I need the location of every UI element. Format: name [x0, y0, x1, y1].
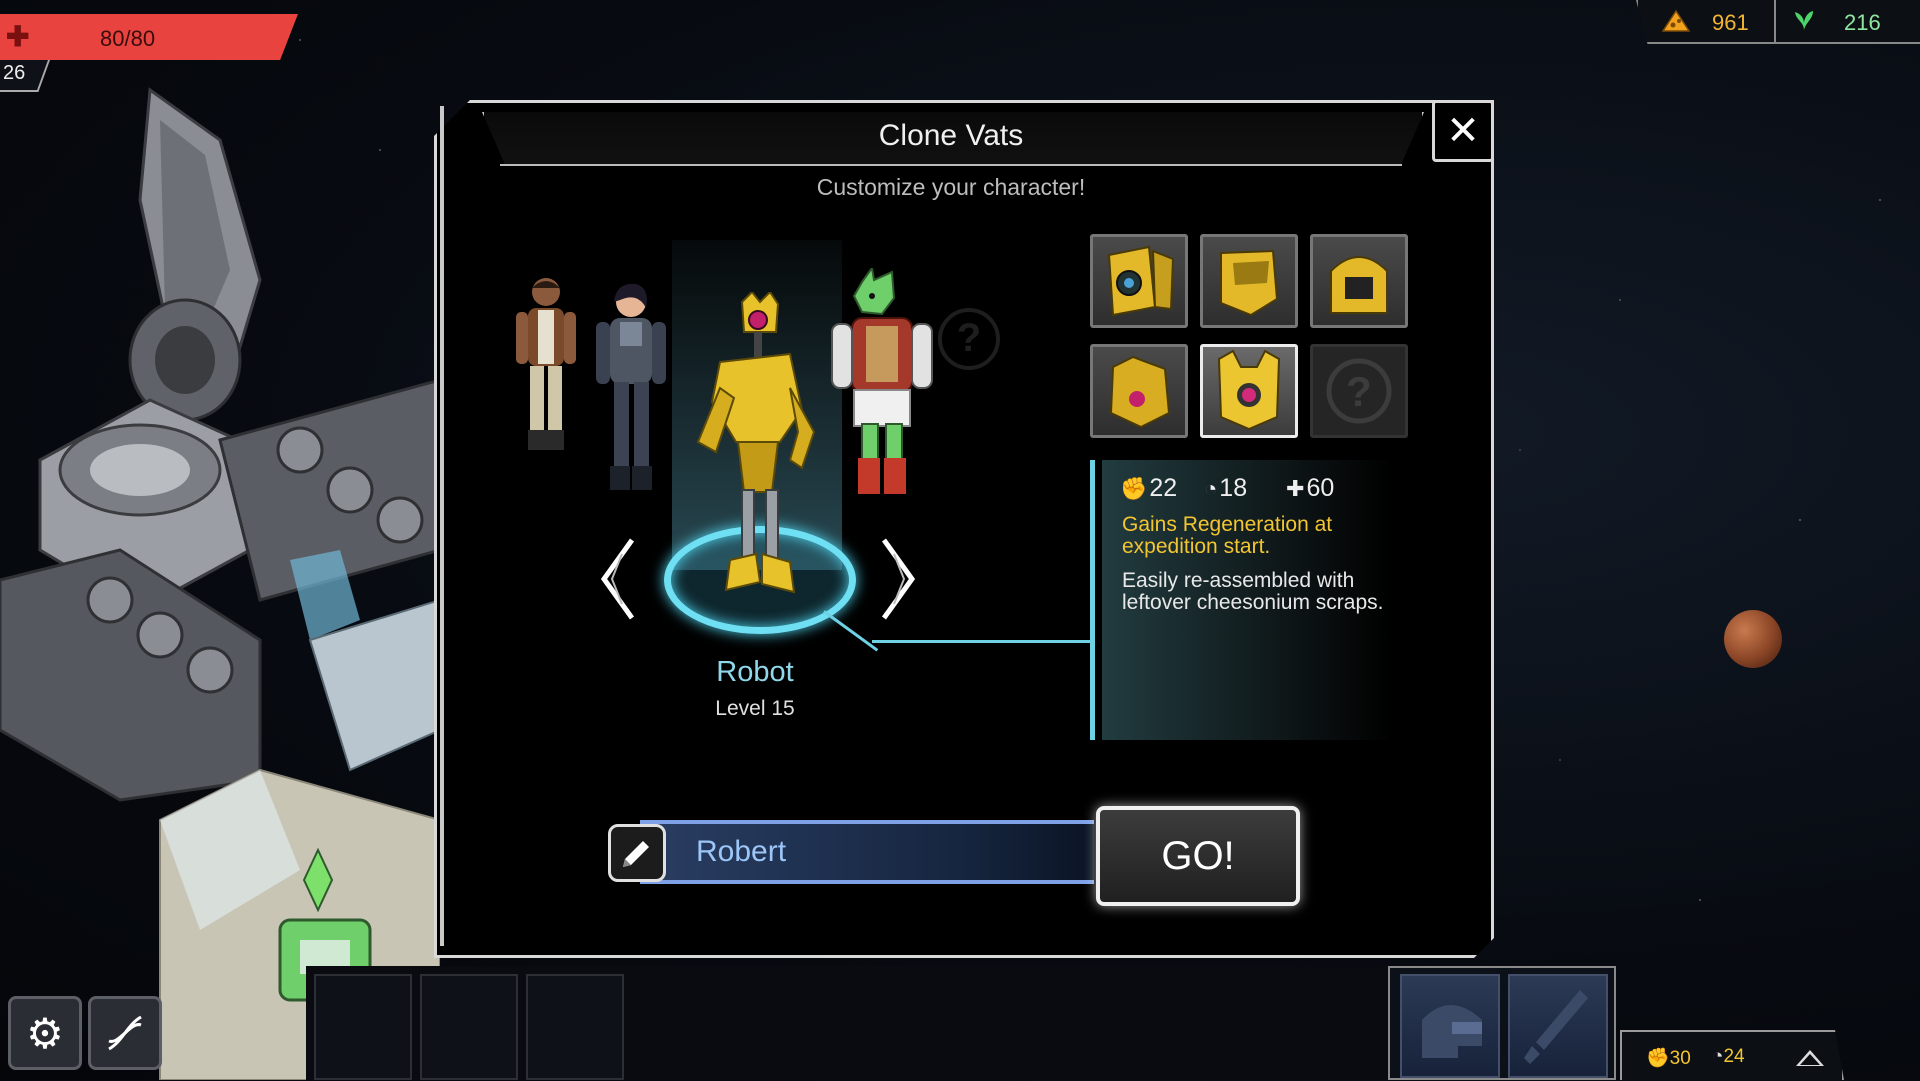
character-robot[interactable]: [690, 292, 822, 612]
portrait-robot-head-5-selected[interactable]: [1200, 344, 1298, 438]
health-stat: ✚60: [1286, 474, 1334, 503]
question-mark-icon: ?: [1326, 358, 1392, 424]
close-icon: ✕: [1446, 109, 1480, 153]
cheese-count: 961: [1712, 10, 1749, 35]
health-plus-icon: ✚: [1286, 476, 1305, 501]
portrait-robot-head-1[interactable]: [1090, 234, 1188, 328]
helmet-slot[interactable]: [1400, 974, 1500, 1078]
speed-stat: ◔18: [1204, 474, 1247, 503]
team-speed-value: 24: [1723, 1046, 1745, 1067]
player-level: 26: [3, 62, 26, 84]
attack-fist-icon: ✊: [1646, 1048, 1670, 1069]
robot-head-icon: [1217, 349, 1281, 431]
robot-head-icon: [1330, 256, 1388, 314]
edit-name-button[interactable]: [608, 824, 666, 882]
title-frame-underline: [500, 164, 1402, 166]
robot-head-icon: [1109, 355, 1171, 429]
unknown-character-icon[interactable]: ?: [938, 308, 1000, 370]
health-bar: ✚ 80/80: [0, 14, 298, 60]
character-lizard[interactable]: [822, 268, 940, 518]
health-stat-value: 60: [1306, 474, 1335, 502]
health-cross-icon: ✚: [6, 21, 30, 52]
portrait-robot-head-4[interactable]: [1090, 344, 1188, 438]
robot-head-icon: [1107, 245, 1175, 317]
dialog-subtitle: Customize your character!: [816, 174, 1086, 200]
settings-button[interactable]: ⚙: [8, 996, 82, 1070]
expand-arrow-icon[interactable]: [1796, 1050, 1824, 1066]
svg-text:?: ?: [1346, 368, 1372, 415]
character-level: Level 15: [715, 697, 795, 720]
weapon-slot[interactable]: [1508, 974, 1608, 1078]
health-value: 80/80: [100, 26, 156, 51]
inventory-slot[interactable]: [526, 974, 624, 1080]
team-attack-value: 30: [1669, 1048, 1691, 1069]
character-name-input[interactable]: [696, 834, 1076, 870]
portrait-robot-head-3[interactable]: [1310, 234, 1408, 328]
speed-value: 18: [1219, 474, 1248, 502]
character-human-female[interactable]: [576, 278, 686, 498]
description-text: Easily re-assembled with leftover cheeso…: [1122, 569, 1384, 614]
chevron-left-icon: [600, 538, 635, 620]
space-station-map[interactable]: [0, 80, 440, 1080]
prev-character-arrow[interactable]: [598, 536, 638, 622]
speed-icon: ◔: [1712, 1046, 1724, 1067]
portrait-robot-head-2[interactable]: [1200, 234, 1298, 328]
character-name: Robot: [716, 656, 794, 688]
robot-head-icon: [1220, 249, 1279, 317]
team-attack: ✊30: [1646, 1046, 1691, 1070]
next-character-arrow[interactable]: [878, 536, 918, 622]
info-accent-bar: [1090, 460, 1095, 740]
planet: [1724, 610, 1782, 668]
dna-button[interactable]: [88, 996, 162, 1070]
team-speed: ◔24: [1712, 1046, 1745, 1068]
herb-icon: [1795, 11, 1813, 30]
speed-icon: ◔: [1204, 476, 1218, 501]
dialog-title: Clone Vats: [878, 119, 1024, 152]
settings-gear-icon: ⚙: [26, 1009, 64, 1057]
portrait-locked[interactable]: ?: [1310, 344, 1408, 438]
go-button[interactable]: GO!: [1096, 806, 1300, 906]
close-button[interactable]: ✕: [1432, 100, 1494, 162]
attack-value: 22: [1149, 474, 1178, 502]
dna-icon: [108, 1015, 142, 1051]
connector-line: [872, 640, 1094, 643]
attack-stat: ✊22: [1120, 474, 1177, 503]
ability-text: Gains Regeneration at expedition start.: [1122, 513, 1333, 558]
inventory-slot[interactable]: [420, 974, 518, 1080]
helmet-icon: [1422, 1005, 1482, 1058]
chevron-right-icon: [881, 538, 916, 620]
sword-icon: [1524, 990, 1588, 1064]
attack-fist-icon: ✊: [1120, 476, 1148, 501]
pencil-icon: [623, 841, 649, 867]
cheese-icon: [1662, 10, 1690, 32]
herb-count: 216: [1844, 10, 1881, 35]
inventory-slot[interactable]: [314, 974, 412, 1080]
resource-divider: [1774, 0, 1776, 42]
